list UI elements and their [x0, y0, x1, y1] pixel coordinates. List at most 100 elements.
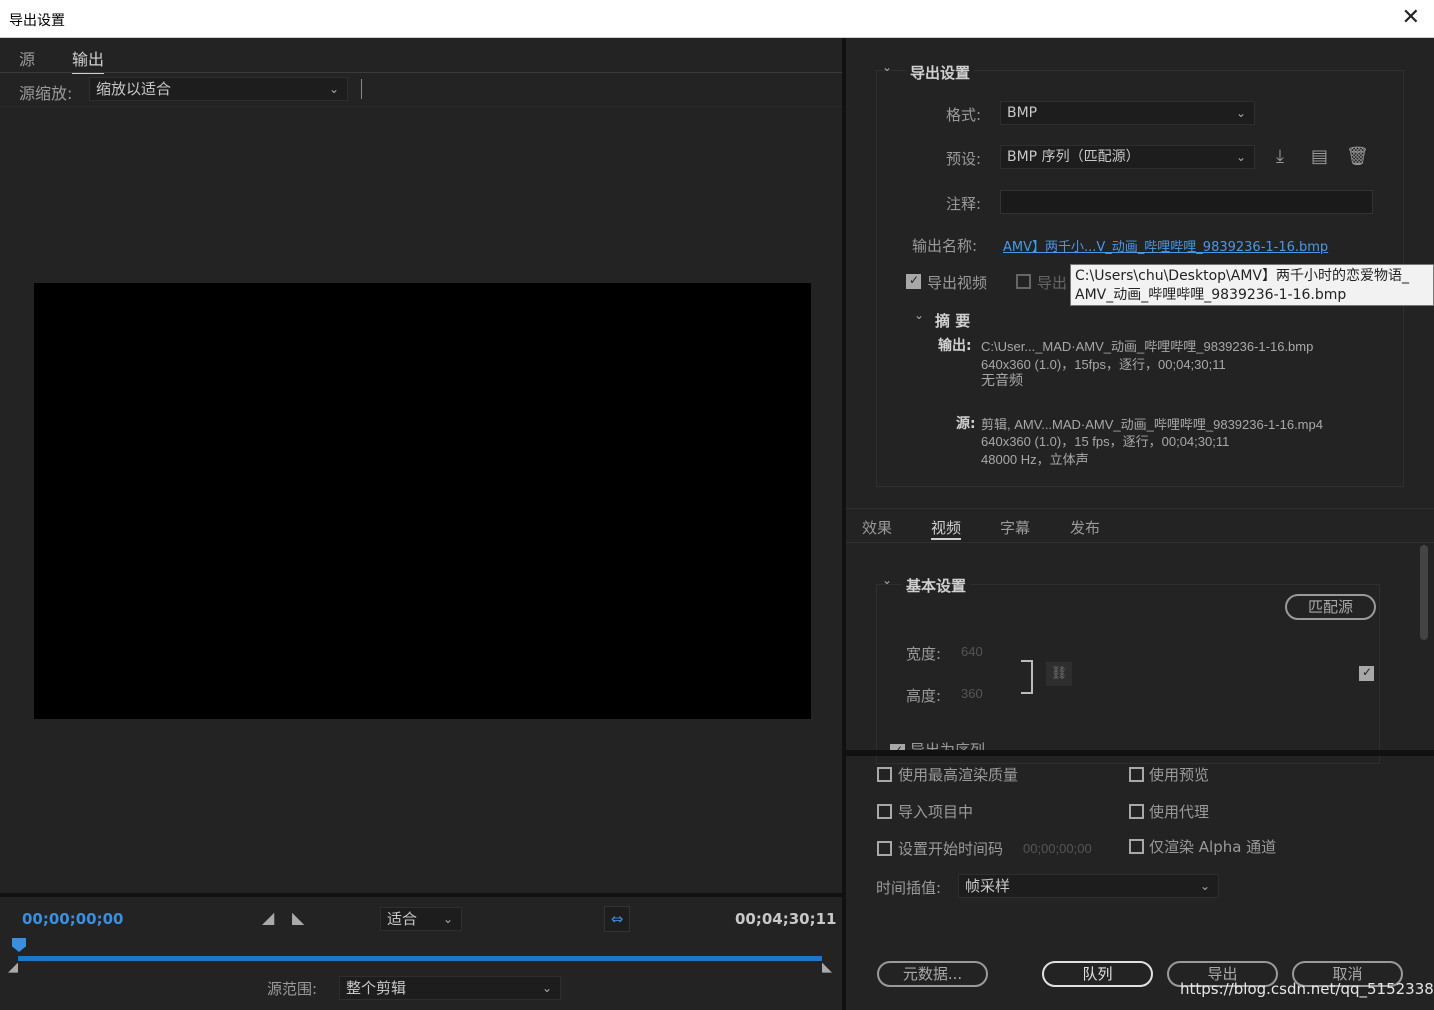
preset-value: BMP 序列（匹配源） — [1007, 149, 1140, 165]
time-interpolation-dropdown[interactable]: 帧采样 ⌄ — [958, 874, 1219, 898]
height-value[interactable]: 360 — [961, 686, 983, 701]
chevron-down-icon: ⌄ — [541, 981, 552, 995]
tab-effects[interactable]: 效果 — [862, 517, 892, 538]
import-project-checkbox[interactable] — [877, 804, 892, 819]
format-value: BMP — [1007, 105, 1038, 121]
output-name-link[interactable]: AMV】两千小...V_动画_哔哩哔哩_9839236-1-16.bmp — [1003, 236, 1328, 255]
max-quality-label: 使用最高渲染质量 — [898, 766, 1019, 784]
chevron-down-icon: ⌄ — [1235, 150, 1246, 164]
start-timecode-label: 设置开始时间码 — [898, 840, 1004, 858]
out-marker-icon[interactable]: ◣ — [822, 960, 832, 975]
aspect-toggle-icon[interactable]: ⇔ — [604, 906, 630, 932]
settings-pane: ⌄ 导出设置 格式: BMP ⌄ 预设: BMP 序列（匹配源） ⌄ ⤓ ▤ 🗑… — [846, 38, 1434, 1010]
divider — [846, 508, 1434, 509]
in-marker-icon[interactable]: ◢ — [8, 960, 18, 975]
source-scale-value: 缩放以适合 — [96, 80, 172, 98]
summary-source-line: 640x360 (1.0)，15 fps，逐行，00;04;30;11 — [981, 434, 1230, 449]
import-preset-icon[interactable]: ▤ — [1311, 146, 1328, 167]
max-quality-checkbox[interactable] — [877, 767, 892, 782]
divider — [0, 106, 842, 107]
chevron-down-icon[interactable]: ⌄ — [882, 573, 892, 587]
divider — [0, 893, 842, 897]
chevron-down-icon: ⌄ — [328, 82, 339, 96]
tooltip-line: C:\Users\chu\Desktop\AMV】两千小时的恋爱物语_ — [1075, 268, 1409, 284]
export-audio-label: 导出 — [1037, 274, 1068, 292]
tab-captions[interactable]: 字幕 — [1000, 517, 1030, 538]
output-path-tooltip: C:\Users\chu\Desktop\AMV】两千小时的恋爱物语_ AMV_… — [1070, 264, 1434, 306]
summary-output-line: C:\User..._MAD·AMV_动画_哔哩哔哩_9839236-1-16.… — [981, 339, 1314, 354]
range-value: 整个剪辑 — [346, 979, 407, 997]
range-dropdown[interactable]: 整个剪辑 ⌄ — [339, 976, 561, 1000]
chevron-down-icon: ⌄ — [442, 912, 453, 926]
use-preview-label: 使用预览 — [1149, 766, 1210, 784]
source-scale-dropdown[interactable]: 缩放以适合 ⌄ — [89, 77, 348, 101]
override-checkbox[interactable] — [1359, 665, 1374, 681]
pane-divider[interactable] — [846, 750, 1434, 756]
summary-source-line: 48000 Hz，立体声 — [981, 452, 1089, 467]
preset-dropdown[interactable]: BMP 序列（匹配源） ⌄ — [1000, 145, 1255, 169]
title-bar: 导出设置 ✕ — [0, 0, 1434, 38]
playhead-icon[interactable] — [12, 938, 26, 952]
tab-source[interactable]: 源 — [19, 46, 35, 70]
metadata-button[interactable]: 元数据... — [877, 961, 988, 987]
start-timecode-value[interactable]: 00;00;00;00 — [1023, 841, 1092, 856]
save-preset-icon[interactable]: ⤓ — [1276, 146, 1284, 167]
start-timecode-checkbox[interactable] — [877, 841, 892, 856]
export-video-checkbox[interactable] — [906, 273, 921, 289]
close-icon[interactable]: ✕ — [1402, 6, 1420, 30]
alpha-only-label: 仅渲染 Alpha 通道 — [1149, 838, 1277, 856]
time-interpolation-value: 帧采样 — [965, 877, 1011, 895]
link-icon[interactable]: ⛓ — [1046, 662, 1072, 686]
output-name-label: 输出名称: — [912, 237, 978, 255]
width-label: 宽度: — [906, 645, 942, 663]
tab-video[interactable]: 视频 — [931, 517, 962, 540]
basic-settings-title: 基本设置 — [902, 575, 971, 596]
comment-label: 注释: — [946, 195, 982, 213]
fit-value: 适合 — [387, 910, 418, 928]
divider — [361, 79, 362, 99]
export-settings-title: 导出设置 — [906, 62, 975, 83]
end-timecode: 00;04;30;11 — [735, 910, 837, 928]
export-audio-checkbox[interactable] — [1016, 274, 1031, 289]
width-value[interactable]: 640 — [961, 644, 983, 659]
summary-output-line: 无音频 — [981, 372, 1023, 388]
tooltip-line: AMV_动画_哔哩哔哩_9839236-1-16.bmp — [1075, 287, 1347, 303]
use-proxy-checkbox[interactable] — [1129, 804, 1144, 819]
current-timecode[interactable]: 00;00;00;00 — [22, 910, 124, 928]
summary-title: 摘 要 — [935, 312, 971, 330]
source-scale-label: 源缩放: — [19, 84, 73, 103]
use-proxy-label: 使用代理 — [1149, 803, 1210, 821]
time-interpolation-label: 时间插值: — [876, 879, 942, 897]
set-out-point-icon[interactable]: ◣ — [292, 908, 304, 927]
preview-pane: 源 输出 源缩放: 缩放以适合 ⌄ 00;00;00;00 ◢ ◣ 适合 ⌄ ⇔… — [0, 38, 842, 1010]
video-preview — [34, 283, 811, 719]
format-label: 格式: — [946, 106, 982, 124]
fit-dropdown[interactable]: 适合 ⌄ — [380, 907, 462, 931]
divider — [0, 72, 842, 73]
watermark: https://blog.csdn.net/qq_51523386 — [1180, 980, 1434, 998]
set-in-point-icon[interactable]: ◢ — [262, 908, 274, 927]
link-bracket — [1021, 660, 1033, 694]
range-label: 源范围: — [267, 980, 318, 998]
export-video-label: 导出视频 — [927, 274, 988, 292]
height-label: 高度: — [906, 687, 942, 705]
match-source-button[interactable]: 匹配源 — [1285, 594, 1376, 620]
summary-output-label: 输出: — [938, 338, 972, 354]
preset-label: 预设: — [946, 150, 982, 168]
summary-source-label: 源: — [956, 416, 976, 432]
divider — [846, 542, 1434, 543]
scrollbar[interactable] — [1420, 545, 1428, 640]
timeline-bar[interactable] — [18, 956, 822, 961]
format-dropdown[interactable]: BMP ⌄ — [1000, 101, 1255, 125]
comment-input[interactable] — [1000, 190, 1373, 214]
queue-button[interactable]: 队列 — [1042, 961, 1153, 987]
use-preview-checkbox[interactable] — [1129, 767, 1144, 782]
delete-preset-icon[interactable]: 🗑 — [1346, 146, 1369, 167]
chevron-down-icon[interactable]: ⌄ — [914, 308, 924, 322]
chevron-down-icon[interactable]: ⌄ — [882, 60, 892, 74]
alpha-only-checkbox[interactable] — [1129, 839, 1144, 854]
chevron-down-icon: ⌄ — [1199, 879, 1210, 893]
import-project-label: 导入项目中 — [898, 803, 974, 821]
tab-output[interactable]: 输出 — [72, 46, 105, 74]
tab-publish[interactable]: 发布 — [1070, 517, 1100, 538]
